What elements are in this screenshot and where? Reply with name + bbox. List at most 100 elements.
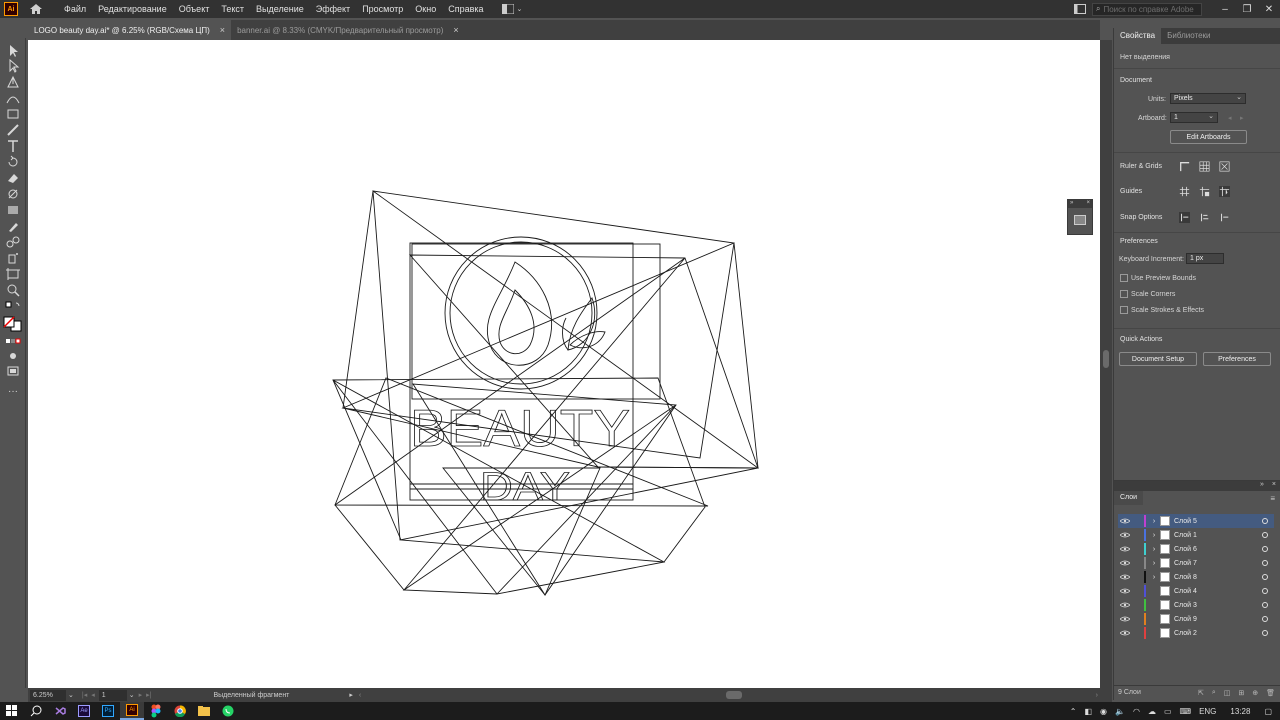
expand-arrow-icon[interactable]: › bbox=[1149, 574, 1159, 581]
snap-to-pixel-icon[interactable] bbox=[1218, 211, 1231, 224]
vertical-scrollbar[interactable] bbox=[1100, 40, 1112, 688]
rotate-tool-icon[interactable] bbox=[5, 155, 21, 169]
arrange-panel-icon[interactable] bbox=[1074, 4, 1086, 14]
language-indicator[interactable]: ENG bbox=[1199, 707, 1216, 716]
warp-tool-icon[interactable] bbox=[5, 187, 21, 201]
canvas[interactable]: BEAUTY DAY bbox=[28, 40, 1100, 688]
visibility-eye-icon[interactable] bbox=[1120, 630, 1130, 636]
layer-name[interactable]: Слой 7 bbox=[1174, 560, 1234, 567]
scale-strokes-checkbox[interactable]: Scale Strokes & Effects bbox=[1120, 306, 1204, 314]
rectangle-tool-icon[interactable] bbox=[5, 107, 21, 121]
expand-arrow-icon[interactable]: › bbox=[1149, 518, 1159, 525]
prev-artboard-icon[interactable]: ◂ bbox=[1228, 114, 1232, 122]
menu-item[interactable]: Эффект bbox=[310, 0, 356, 18]
layer-row[interactable]: Слой 3 bbox=[1118, 598, 1274, 612]
visibility-eye-icon[interactable] bbox=[1120, 532, 1130, 538]
home-icon[interactable] bbox=[28, 2, 44, 16]
menu-item[interactable]: Текст bbox=[215, 0, 250, 18]
collapse-icon[interactable]: » bbox=[1260, 481, 1264, 491]
next-artboard-icon[interactable]: ▸ bbox=[139, 691, 143, 699]
status-arrow-icon[interactable]: ▸ bbox=[349, 691, 353, 699]
make-clipping-mask-icon[interactable]: ◫ bbox=[1224, 689, 1231, 697]
layer-row[interactable]: › Слой 7 bbox=[1118, 556, 1274, 570]
close-button[interactable]: ✕ bbox=[1258, 0, 1280, 18]
eraser-tool-icon[interactable] bbox=[5, 171, 21, 185]
eyedropper-tool-icon[interactable] bbox=[5, 219, 21, 233]
volume-icon[interactable]: 🔈 bbox=[1115, 707, 1125, 716]
layer-name[interactable]: Слой 6 bbox=[1174, 546, 1234, 553]
target-icon[interactable] bbox=[1262, 574, 1268, 580]
type-tool-icon[interactable] bbox=[5, 139, 21, 153]
tab-layers[interactable]: Слои bbox=[1114, 491, 1144, 505]
expand-arrow-icon[interactable]: › bbox=[1149, 560, 1159, 567]
visibility-eye-icon[interactable] bbox=[1120, 560, 1130, 566]
target-icon[interactable] bbox=[1262, 588, 1268, 594]
zoom-tool-icon[interactable] bbox=[5, 283, 21, 297]
prev-artboard-icon[interactable]: ◂ bbox=[91, 691, 95, 699]
target-icon[interactable] bbox=[1262, 546, 1268, 552]
keyboard-increment-input[interactable]: 1 px bbox=[1186, 253, 1224, 264]
visibility-eye-icon[interactable] bbox=[1120, 588, 1130, 594]
chevron-down-icon[interactable]: ⌄ bbox=[68, 691, 74, 699]
visibility-eye-icon[interactable] bbox=[1120, 518, 1130, 524]
pixel-grid-icon[interactable] bbox=[1218, 160, 1231, 173]
minimize-button[interactable]: – bbox=[1214, 0, 1236, 18]
onedrive-icon[interactable]: ☁ bbox=[1148, 707, 1156, 716]
lock-guides-icon[interactable] bbox=[1198, 185, 1211, 198]
visibility-eye-icon[interactable] bbox=[1120, 574, 1130, 580]
paintbrush-tool-icon[interactable] bbox=[5, 123, 21, 137]
more-tools-icon[interactable]: ··· bbox=[5, 384, 21, 398]
target-icon[interactable] bbox=[1262, 630, 1268, 636]
target-icon[interactable] bbox=[1262, 602, 1268, 608]
menu-item[interactable]: Файл bbox=[58, 0, 92, 18]
layer-name[interactable]: Слой 8 bbox=[1174, 574, 1234, 581]
whatsapp-icon[interactable] bbox=[216, 702, 240, 720]
workspace-switcher[interactable]: ⌄ bbox=[501, 3, 524, 15]
snap-to-point-icon[interactable] bbox=[1178, 211, 1191, 224]
expand-arrow-icon[interactable]: › bbox=[1149, 532, 1159, 539]
layer-name[interactable]: Слой 2 bbox=[1174, 630, 1234, 637]
camera-icon[interactable]: ◉ bbox=[1100, 707, 1107, 716]
artboard-tool-icon[interactable] bbox=[5, 267, 21, 281]
snap-to-grid-icon[interactable] bbox=[1198, 211, 1211, 224]
grid-icon[interactable] bbox=[1198, 160, 1211, 173]
document-setup-button[interactable]: Document Setup bbox=[1119, 352, 1197, 366]
layer-row[interactable]: › Слой 5 bbox=[1118, 514, 1274, 528]
layer-row[interactable]: Слой 2 bbox=[1118, 626, 1274, 640]
figma-icon[interactable] bbox=[144, 702, 168, 720]
close-icon[interactable]: × bbox=[453, 25, 458, 35]
tab-properties[interactable]: Свойства bbox=[1114, 28, 1162, 44]
layer-name[interactable]: Слой 4 bbox=[1174, 588, 1234, 595]
selection-tool-icon[interactable] bbox=[5, 44, 21, 58]
expand-icon[interactable]: » bbox=[1070, 200, 1073, 208]
layer-row[interactable]: Слой 4 bbox=[1118, 584, 1274, 598]
menu-item[interactable]: Объект bbox=[173, 0, 216, 18]
fill-stroke-swatch-icon[interactable] bbox=[3, 316, 23, 332]
default-colors-icon[interactable] bbox=[5, 301, 21, 315]
menu-item[interactable]: Окно bbox=[409, 0, 442, 18]
scroll-right-icon[interactable]: › bbox=[1096, 692, 1098, 699]
smart-guides-icon[interactable] bbox=[1218, 185, 1231, 198]
visual-studio-icon[interactable] bbox=[48, 702, 72, 720]
screen-mode-icon[interactable] bbox=[5, 364, 21, 378]
edit-artboards-button[interactable]: Edit Artboards bbox=[1170, 130, 1247, 144]
clock[interactable]: 13:28 bbox=[1230, 707, 1250, 716]
menu-item[interactable]: Справка bbox=[442, 0, 489, 18]
help-search[interactable]: ⌕ Поиск по справке Adobe bbox=[1092, 2, 1202, 16]
units-select[interactable]: Pixels ⌄ bbox=[1170, 93, 1246, 104]
tray-app-icon[interactable]: ◧ bbox=[1084, 707, 1092, 716]
scroll-left-icon[interactable]: ‹ bbox=[359, 692, 361, 699]
target-icon[interactable] bbox=[1262, 532, 1268, 538]
layer-name[interactable]: Слой 9 bbox=[1174, 616, 1234, 623]
after-effects-icon[interactable]: Ae bbox=[72, 702, 96, 720]
maximize-button[interactable]: ❐ bbox=[1236, 0, 1258, 18]
menu-item[interactable]: Редактирование bbox=[92, 0, 173, 18]
tab-banner[interactable]: banner.ai @ 8.33% (CMYK/Предварительный … bbox=[231, 20, 465, 40]
layer-row[interactable]: › Слой 8 bbox=[1118, 570, 1274, 584]
layer-row[interactable]: Слой 9 bbox=[1118, 612, 1274, 626]
keyboard-icon[interactable]: ⌨ bbox=[1180, 707, 1192, 716]
checkbox[interactable] bbox=[1120, 274, 1128, 282]
visibility-eye-icon[interactable] bbox=[1120, 602, 1130, 608]
first-artboard-icon[interactable]: |◂ bbox=[82, 691, 87, 699]
show-guides-icon[interactable] bbox=[1178, 185, 1191, 198]
